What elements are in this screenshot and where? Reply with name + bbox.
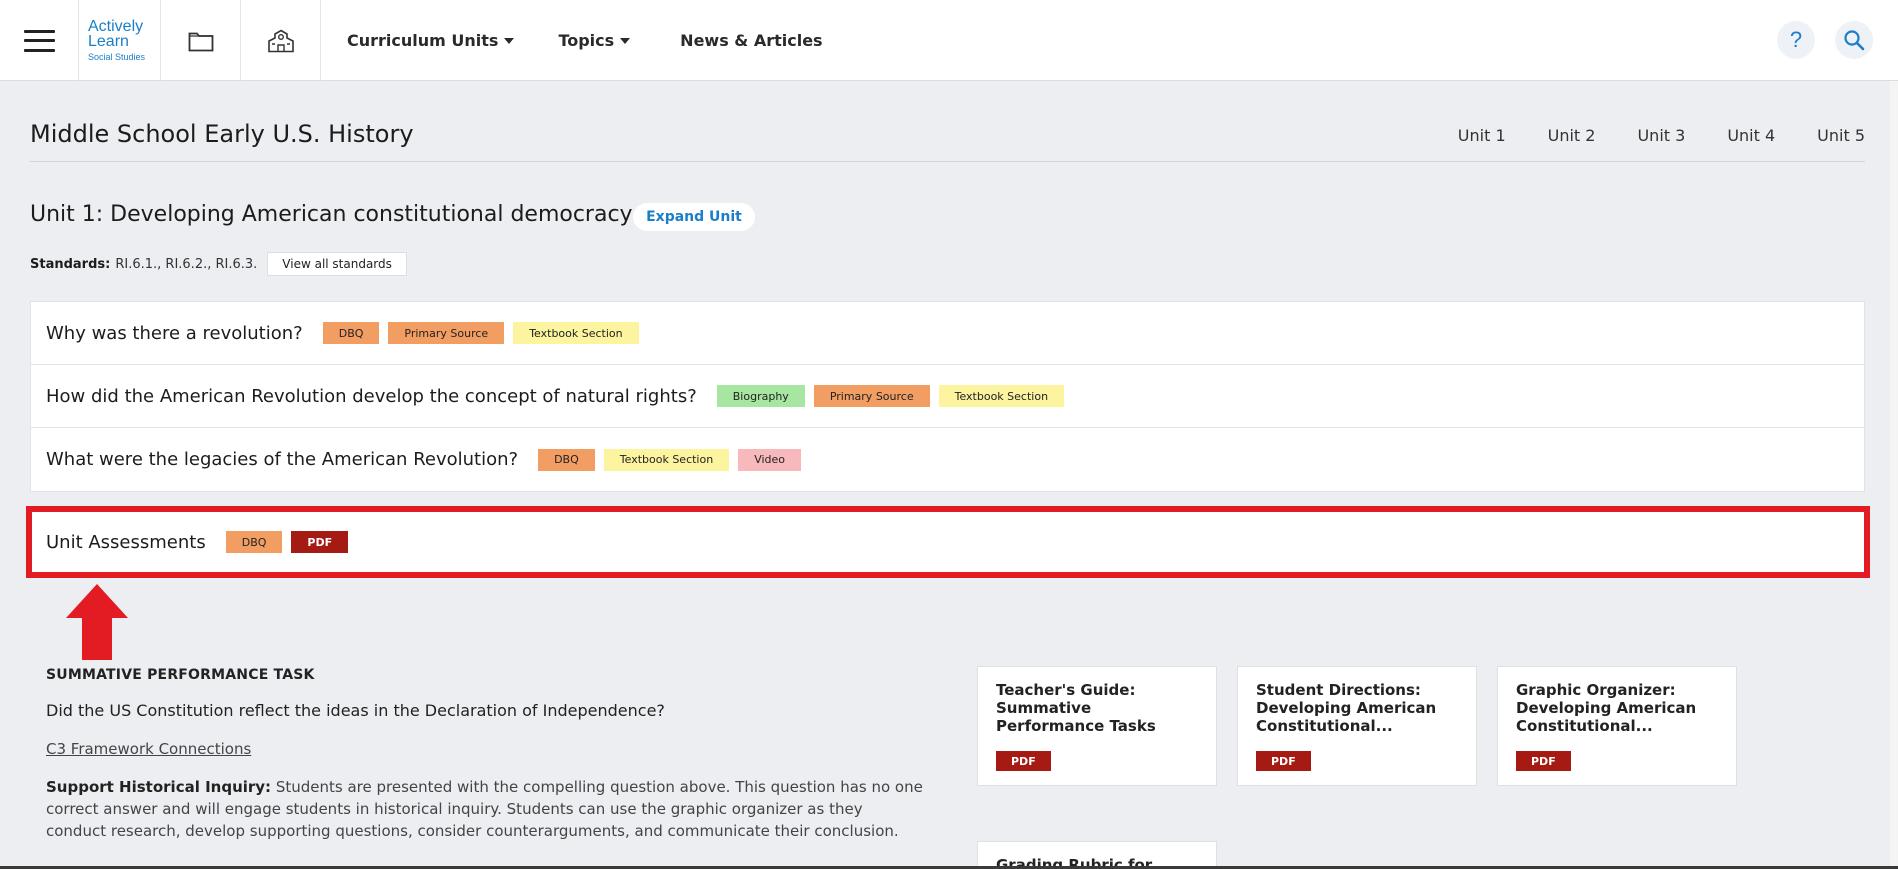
support-label: Support Historical Inquiry: xyxy=(46,778,272,796)
unit-tabs: Unit 1 Unit 2 Unit 3 Unit 4 Unit 5 xyxy=(1416,126,1865,145)
view-all-standards-button[interactable]: View all standards xyxy=(267,252,407,276)
search-icon xyxy=(1844,30,1865,51)
support-paragraph: Support Historical Inquiry: Students are… xyxy=(46,776,926,842)
nav-curriculum-units[interactable]: Curriculum Units xyxy=(347,0,515,81)
logo-line3: Social Studies xyxy=(88,51,146,62)
tag-dbq: DBQ xyxy=(322,322,380,344)
tag-textbook-section: Textbook Section xyxy=(938,385,1065,407)
tag-pdf: PDF xyxy=(291,531,349,553)
lesson-title[interactable]: Why was there a revolution? xyxy=(46,323,303,344)
standards-label: Standards: xyxy=(30,256,111,272)
lesson-row[interactable]: What were the legacies of the American R… xyxy=(31,428,1864,491)
annotation-arrow-up-icon xyxy=(66,584,128,660)
page-title: Middle School Early U.S. History xyxy=(30,120,414,148)
chevron-down-icon xyxy=(504,37,515,44)
menu-button[interactable] xyxy=(0,0,79,81)
folder-icon xyxy=(188,32,213,51)
chevron-down-icon xyxy=(620,37,631,44)
resource-card[interactable]: Graphic Organizer: Developing American C… xyxy=(1497,666,1737,786)
search-button[interactable] xyxy=(1835,21,1873,59)
tag-textbook-section: Textbook Section xyxy=(603,448,730,471)
help-button[interactable]: ? xyxy=(1777,21,1815,59)
tag-biography: Biography xyxy=(716,385,805,407)
resource-title: Graphic Organizer: Developing American C… xyxy=(1516,681,1697,735)
lesson-row[interactable]: Why was there a revolution? DBQ Primary … xyxy=(31,302,1864,365)
resource-title: Teacher's Guide: Summative Performance T… xyxy=(996,681,1156,735)
lesson-list: Why was there a revolution? DBQ Primary … xyxy=(30,301,1865,492)
nav-topics-label: Topics xyxy=(558,31,615,50)
divider xyxy=(30,161,1865,162)
tag-pdf: PDF xyxy=(996,751,1051,771)
top-nav: Actively Learn Social Studies Curriculum… xyxy=(0,0,1898,81)
lesson-title[interactable]: How did the American Revolution develop … xyxy=(46,386,697,407)
tag-pdf: PDF xyxy=(1256,751,1311,771)
c3-framework-link[interactable]: C3 Framework Connections xyxy=(46,740,251,758)
logo-line1: Actively xyxy=(88,17,144,35)
tag-dbq: DBQ xyxy=(225,531,283,553)
nav-news-articles[interactable]: News & Articles xyxy=(680,0,822,81)
unit-heading: Unit 1: Developing American constitution… xyxy=(30,202,633,227)
library-button[interactable] xyxy=(161,0,241,81)
standards-values: RI.6.1., RI.6.2., RI.6.3. xyxy=(115,256,258,272)
expand-unit-button[interactable]: Expand Unit xyxy=(633,203,755,231)
classes-button[interactable] xyxy=(241,0,321,81)
unit-assessments-title[interactable]: Unit Assessments xyxy=(46,532,206,553)
scrollbar[interactable] xyxy=(1890,81,1898,866)
tab-unit-2[interactable]: Unit 2 xyxy=(1548,126,1596,145)
tab-unit-4[interactable]: Unit 4 xyxy=(1727,126,1775,145)
nav-curriculum-units-label: Curriculum Units xyxy=(347,31,499,50)
resource-card[interactable]: Student Directions: Developing American … xyxy=(1237,666,1477,786)
tag-pdf: PDF xyxy=(1516,751,1571,771)
compelling-question: Did the US Constitution reflect the idea… xyxy=(46,701,665,720)
section-eyebrow: SUMMATIVE PERFORMANCE TASK xyxy=(46,667,315,683)
lesson-title[interactable]: What were the legacies of the American R… xyxy=(46,449,518,470)
school-icon xyxy=(267,29,294,52)
logo-line2: Learn xyxy=(88,32,129,50)
tag-video: Video xyxy=(738,448,802,471)
tag-dbq: DBQ xyxy=(538,448,595,471)
resource-title: Student Directions: Developing American … xyxy=(1256,681,1437,735)
nav-news-articles-label: News & Articles xyxy=(680,31,823,50)
tab-unit-3[interactable]: Unit 3 xyxy=(1637,126,1685,145)
tag-textbook-section: Textbook Section xyxy=(513,322,639,344)
resource-card[interactable]: Teacher's Guide: Summative Performance T… xyxy=(977,666,1217,786)
tab-unit-5[interactable]: Unit 5 xyxy=(1817,126,1865,145)
standards-row: Standards: RI.6.1., RI.6.2., RI.6.3. Vie… xyxy=(30,252,407,276)
logo[interactable]: Actively Learn Social Studies xyxy=(79,0,161,81)
unit-assessments-row[interactable]: Unit Assessments DBQ PDF xyxy=(26,506,1870,578)
help-icon: ? xyxy=(1789,27,1803,52)
lesson-row[interactable]: How did the American Revolution develop … xyxy=(31,365,1864,428)
resource-card[interactable]: Grading Rubric for Social xyxy=(977,841,1217,869)
tag-primary-source: Primary Source xyxy=(813,385,930,407)
nav-topics[interactable]: Topics xyxy=(558,0,631,81)
menu-icon xyxy=(23,29,55,52)
tag-primary-source: Primary Source xyxy=(388,322,505,344)
tab-unit-1[interactable]: Unit 1 xyxy=(1458,126,1506,145)
